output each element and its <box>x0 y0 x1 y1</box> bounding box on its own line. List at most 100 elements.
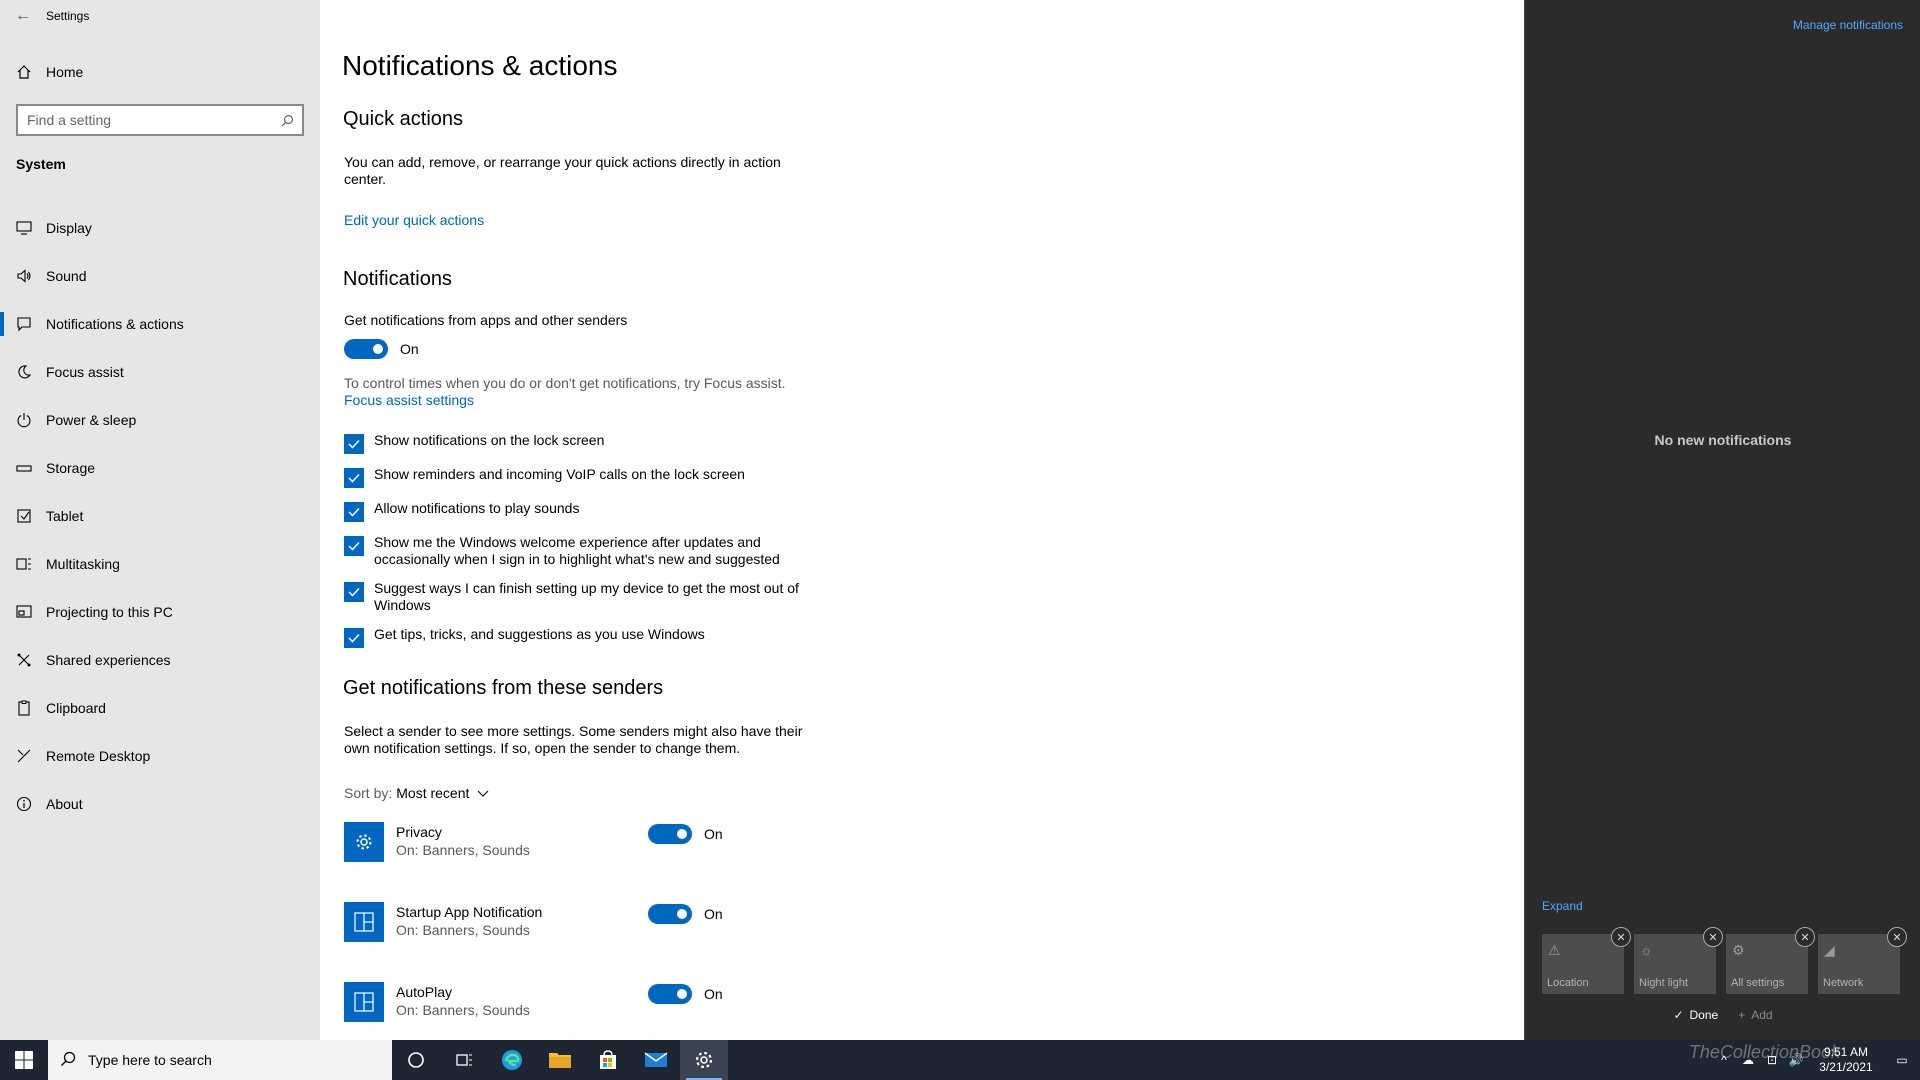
sidebar-item-about[interactable]: About <box>0 780 320 828</box>
drive-icon <box>16 460 46 476</box>
sender-toggle-row: On <box>648 904 723 924</box>
title-bar: ← Settings <box>0 0 320 32</box>
unpin-icon[interactable]: ✕ <box>1611 927 1631 947</box>
sender-toggle[interactable] <box>648 824 692 844</box>
add-label: Add <box>1751 1008 1773 1022</box>
quick-action-night-light[interactable]: ☼ Night light ✕ <box>1634 927 1723 994</box>
back-button[interactable]: ← <box>0 0 46 32</box>
sidebar-item-focus-assist[interactable]: Focus assist <box>0 348 320 396</box>
screen: ← Settings Home System Display Sound <box>0 0 1920 1080</box>
notification-checkboxes: Show notifications on the lock screen Sh… <box>344 432 824 660</box>
unpin-icon[interactable]: ✕ <box>1703 927 1723 947</box>
check-row[interactable]: Show notifications on the lock screen <box>344 432 824 454</box>
manage-notifications-link[interactable]: Manage notifications <box>1793 18 1903 32</box>
action-center-panel: Manage notifications No new notification… <box>1524 0 1920 1040</box>
sidebar-item-label: Storage <box>46 460 96 476</box>
cortana-button[interactable] <box>392 1040 440 1080</box>
sidebar-item-sound[interactable]: Sound <box>0 252 320 300</box>
sort-by-dropdown[interactable]: Sort by: Most recent <box>344 785 489 801</box>
focus-assist-settings-link[interactable]: Focus assist settings <box>344 392 474 408</box>
search-icon[interactable] <box>272 114 302 127</box>
unpin-icon[interactable]: ✕ <box>1795 927 1815 947</box>
taskbar-search-box[interactable]: Type here to search <box>48 1040 392 1080</box>
unpin-icon[interactable]: ✕ <box>1887 927 1907 947</box>
expand-link[interactable]: Expand <box>1542 899 1583 913</box>
tile-label: Location <box>1547 977 1589 989</box>
action-center-icon[interactable]: ▭ <box>1884 1053 1920 1067</box>
edge-taskbar-button[interactable] <box>488 1040 536 1080</box>
sidebar-item-shared-experiences[interactable]: Shared experiences <box>0 636 320 684</box>
action-center-edit-bar: ✓ Done + Add <box>1525 1008 1920 1022</box>
toggle-state: On <box>704 986 723 1002</box>
settings-sidebar: ← Settings Home System Display Sound <box>0 0 320 1040</box>
sidebar-item-label: Focus assist <box>46 364 124 380</box>
sidebar-item-label: Remote Desktop <box>46 748 151 764</box>
done-button[interactable]: ✓ Done <box>1673 1008 1718 1022</box>
sender-row-startup-app[interactable]: Startup App Notification On: Banners, So… <box>344 902 804 942</box>
home-nav-item[interactable]: Home <box>0 54 320 90</box>
checkbox-checked[interactable] <box>344 434 364 454</box>
sort-label: Sort by: <box>344 785 393 801</box>
file-explorer-button[interactable] <box>536 1040 584 1080</box>
check-label: Show notifications on the lock screen <box>374 432 605 448</box>
check-row[interactable]: Allow notifications to play sounds <box>344 500 824 522</box>
checkbox-checked[interactable] <box>344 628 364 648</box>
settings-taskbar-button[interactable] <box>680 1040 728 1080</box>
sidebar-item-label: Projecting to this PC <box>46 604 173 620</box>
quick-action-network[interactable]: ◢ Network ✕ <box>1818 927 1907 994</box>
checkbox-checked[interactable] <box>344 582 364 602</box>
plus-icon: + <box>1738 1008 1746 1022</box>
settings-search-input[interactable] <box>27 112 272 128</box>
sidebar-item-storage[interactable]: Storage <box>0 444 320 492</box>
brightness-icon: ☼ <box>1640 942 1653 958</box>
monitor-icon <box>16 220 46 236</box>
quick-action-all-settings[interactable]: ⚙ All settings ✕ <box>1726 927 1815 994</box>
sender-row-privacy[interactable]: Privacy On: Banners, Sounds On <box>344 822 804 862</box>
quick-actions-description: You can add, remove, or rearrange your q… <box>344 154 781 187</box>
start-button[interactable] <box>0 1040 48 1080</box>
clock[interactable]: 9:51 AM 3/21/2021 <box>1808 1045 1884 1075</box>
check-row[interactable]: Suggest ways I can finish setting up my … <box>344 580 824 614</box>
checkbox-checked[interactable] <box>344 536 364 556</box>
sender-toggle[interactable] <box>648 904 692 924</box>
mail-button[interactable] <box>632 1040 680 1080</box>
task-view-button[interactable] <box>440 1040 488 1080</box>
cloud-icon[interactable]: ☁ <box>1736 1053 1760 1067</box>
network-icon[interactable]: ⊡ <box>1760 1053 1784 1067</box>
add-button[interactable]: + Add <box>1738 1008 1772 1022</box>
tile-label: Night light <box>1639 977 1688 989</box>
sender-toggle[interactable] <box>648 984 692 1004</box>
sender-name: Privacy <box>396 824 442 840</box>
sort-value: Most recent <box>396 785 470 801</box>
checkbox-checked[interactable] <box>344 468 364 488</box>
tile-label: All settings <box>1731 977 1785 989</box>
check-row[interactable]: Show me the Windows welcome experience a… <box>344 534 824 568</box>
check-row[interactable]: Show reminders and incoming VoIP calls o… <box>344 466 824 488</box>
settings-content: Notifications & actions Quick actions Yo… <box>320 0 1524 1040</box>
sidebar-item-multitasking[interactable]: Multitasking <box>0 540 320 588</box>
sender-row-autoplay[interactable]: AutoPlay On: Banners, Sounds On <box>344 982 804 1022</box>
moon-icon <box>16 364 46 380</box>
quick-actions-heading: Quick actions <box>343 108 464 130</box>
notifications-heading: Notifications <box>343 268 452 290</box>
sidebar-item-projecting[interactable]: Projecting to this PC <box>0 588 320 636</box>
sidebar-item-tablet[interactable]: Tablet <box>0 492 320 540</box>
check-row[interactable]: Get tips, tricks, and suggestions as you… <box>344 626 824 648</box>
show-hidden-icons-icon[interactable]: ^ <box>1712 1053 1736 1067</box>
mail-icon <box>644 1052 668 1067</box>
quick-action-location[interactable]: ⚠ Location ✕ <box>1542 927 1631 994</box>
sender-toggle-row: On <box>648 824 723 844</box>
gear-icon <box>344 822 384 862</box>
sidebar-item-power-sleep[interactable]: Power & sleep <box>0 396 320 444</box>
settings-search-box[interactable] <box>16 104 304 136</box>
notifications-toggle[interactable] <box>344 339 388 359</box>
sidebar-item-notifications[interactable]: Notifications & actions <box>0 300 320 348</box>
checkbox-checked[interactable] <box>344 502 364 522</box>
volume-icon[interactable]: 🔊 <box>1784 1053 1808 1067</box>
clipboard-icon <box>16 700 46 716</box>
sidebar-item-remote-desktop[interactable]: Remote Desktop <box>0 732 320 780</box>
sidebar-item-clipboard[interactable]: Clipboard <box>0 684 320 732</box>
store-button[interactable] <box>584 1040 632 1080</box>
edit-quick-actions-link[interactable]: Edit your quick actions <box>344 212 484 228</box>
sidebar-item-display[interactable]: Display <box>0 204 320 252</box>
